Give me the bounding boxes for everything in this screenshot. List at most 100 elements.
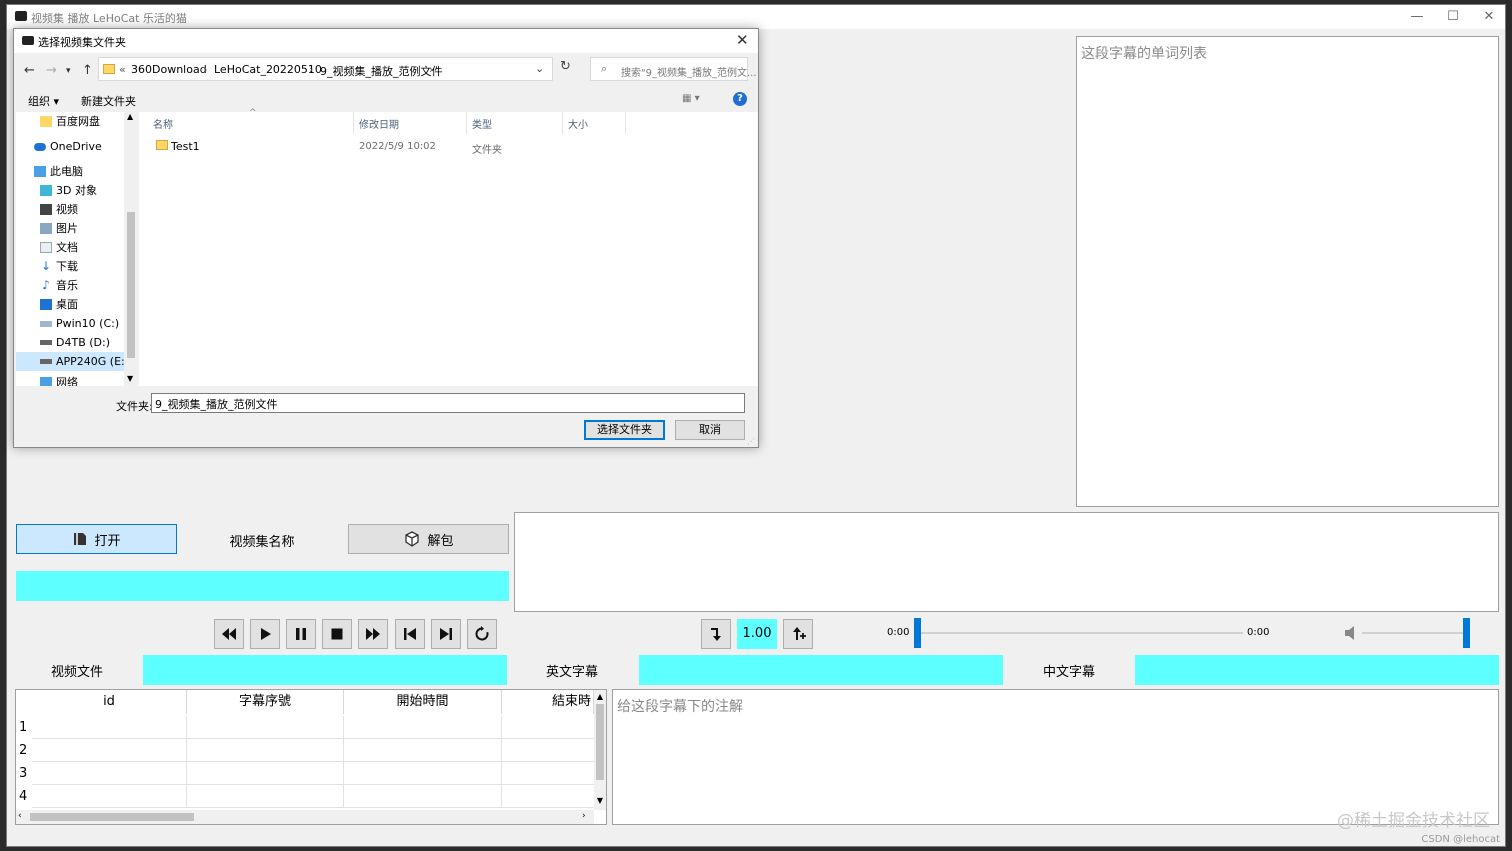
speed-down-button[interactable] [701, 619, 731, 649]
nav-scrollbar[interactable]: ▲ ▼ [124, 112, 138, 386]
annotation-panel[interactable]: 给这段字幕下的注解 [612, 689, 1499, 825]
nav-item-onedrive[interactable]: OneDrive [16, 137, 126, 156]
column-header-start[interactable]: 開始時間 [344, 690, 502, 714]
english-sub-field[interactable] [639, 655, 1003, 685]
next-button[interactable] [431, 619, 461, 649]
nav-item-baidu[interactable]: 百度网盘 [16, 112, 126, 131]
nav-item-drive-e[interactable]: APP240G (E:) [16, 352, 129, 371]
address-dropdown-icon[interactable]: ⌄ [535, 62, 544, 75]
column-header-index[interactable]: 字幕序號 [187, 690, 344, 714]
breadcrumb-lehocat[interactable]: LeHoCat_20220510 [214, 63, 322, 76]
breadcrumb-separator[interactable]: › [309, 63, 313, 76]
new-folder-button[interactable]: 新建文件夹 [81, 93, 136, 109]
maximize-button[interactable]: ☐ [1435, 5, 1471, 29]
stop-button[interactable] [322, 619, 352, 649]
volume-track[interactable] [1362, 632, 1466, 634]
folder-input[interactable]: 9_视频集_播放_范例文件 [151, 393, 745, 413]
scroll-down-icon[interactable]: ▼ [127, 374, 133, 383]
close-button[interactable]: ✕ [1471, 5, 1505, 29]
address-bar[interactable]: « 360Download › LeHoCat_20220510 › 9_视频集… [98, 57, 553, 81]
scroll-down-icon[interactable]: ▼ [594, 796, 606, 805]
column-size[interactable]: 大小 [568, 116, 588, 131]
organize-menu[interactable]: 组织 ▾ [28, 93, 59, 109]
table-row[interactable] [32, 785, 594, 808]
nav-item-drive-c[interactable]: Pwin10 (C:) [16, 314, 126, 333]
nav-item-desktop[interactable]: 桌面 [16, 295, 126, 314]
nav-item-documents[interactable]: 文档 [16, 238, 126, 257]
pause-button[interactable] [286, 619, 316, 649]
breadcrumb-overflow[interactable]: « [119, 63, 126, 76]
breadcrumb-current[interactable]: 9_视频集_播放_范例文件 [320, 63, 443, 79]
play-button[interactable] [250, 619, 280, 649]
nav-item-network[interactable]: 网络 [16, 373, 126, 386]
scroll-up-icon[interactable]: ▲ [127, 112, 133, 121]
rewind-button[interactable] [214, 619, 244, 649]
scroll-right-icon[interactable]: › [582, 811, 586, 821]
nav-item-drive-d[interactable]: D4TB (D:) [16, 333, 126, 352]
scroll-left-icon[interactable]: ‹ [18, 811, 22, 821]
navigation-pane[interactable]: 百度网盘 OneDrive 此电脑 3D 对象 视频 图片 文档 ↓ 下载 ♪ 音乐… [16, 112, 138, 386]
vertical-scrollbar[interactable]: ▲ ▼ [594, 690, 606, 810]
nav-item-3d[interactable]: 3D 对象 [16, 181, 126, 200]
dialog-close-icon[interactable]: ✕ [736, 31, 749, 49]
word-list-panel[interactable]: 这段字幕的单词列表 [1076, 36, 1499, 507]
column-header-end[interactable]: 結束時 [502, 690, 594, 714]
nav-label: Pwin10 (C:) [56, 317, 120, 330]
speed-up-button[interactable] [783, 619, 813, 649]
search-input[interactable]: ⌕ 搜索"9_视频集_播放_范例文... [590, 57, 757, 81]
collection-name-field[interactable] [16, 571, 509, 601]
help-icon[interactable]: ? [733, 92, 747, 106]
up-arrow-icon[interactable]: ↑ [82, 63, 93, 78]
cancel-button[interactable]: 取消 [675, 420, 745, 440]
refresh-icon[interactable]: ↻ [560, 59, 571, 74]
nav-item-videos[interactable]: 视频 [16, 200, 126, 219]
breadcrumb-360download[interactable]: 360Download [131, 63, 207, 76]
scroll-up-icon[interactable]: ▲ [594, 692, 606, 701]
video-file-field[interactable] [143, 655, 507, 685]
back-arrow-icon[interactable]: ← [24, 63, 35, 78]
open-button[interactable]: 打开 [16, 524, 177, 554]
progress-track[interactable] [921, 632, 1243, 634]
row-header[interactable]: 3 [16, 762, 32, 785]
file-list[interactable]: ^ 名称 修改日期 类型 大小 Test1 2022/5/9 10:02 文件夹 [139, 108, 758, 386]
column-date[interactable]: 修改日期 [359, 116, 399, 131]
chinese-sub-field[interactable] [1135, 655, 1499, 685]
vertical-scroll-thumb[interactable] [596, 704, 604, 780]
subtitle-text-panel[interactable] [514, 512, 1499, 612]
row-header[interactable]: 4 [16, 785, 32, 808]
subtitle-table[interactable]: id 字幕序號 開始時間 結束時 1 2 3 4 ▲ ▼ ‹ › [15, 689, 607, 825]
column-name[interactable]: 名称 [153, 116, 173, 131]
resize-grip-icon[interactable]: ⋰ [747, 437, 755, 446]
table-row[interactable] [32, 716, 594, 739]
forward-arrow-icon[interactable]: → [46, 63, 57, 78]
repeat-button[interactable] [467, 619, 497, 649]
select-folder-button[interactable]: 选择文件夹 [584, 420, 665, 440]
horizontal-scrollbar[interactable]: ‹ › [16, 810, 594, 824]
view-options-icon[interactable]: ▦ ▾ [682, 93, 700, 104]
breadcrumb-separator[interactable]: › [429, 63, 433, 76]
nav-label: 此电脑 [50, 165, 83, 178]
column-type[interactable]: 类型 [472, 116, 492, 131]
volume-thumb[interactable] [1463, 618, 1470, 648]
list-item[interactable]: Test1 2022/5/9 10:02 文件夹 [139, 136, 625, 156]
nav-item-music[interactable]: ♪ 音乐 [16, 276, 126, 295]
table-row[interactable] [32, 739, 594, 762]
table-row[interactable] [32, 762, 594, 785]
nav-item-this-pc[interactable]: 此电脑 [16, 162, 126, 181]
nav-label: 图片 [56, 222, 78, 235]
nav-item-downloads[interactable]: ↓ 下载 [16, 257, 126, 276]
row-header[interactable]: 2 [16, 739, 32, 762]
horizontal-scroll-thumb[interactable] [30, 813, 194, 821]
breadcrumb-separator[interactable]: › [203, 63, 207, 76]
nav-scroll-thumb[interactable] [127, 212, 135, 358]
minimize-button[interactable]: — [1399, 5, 1435, 29]
fast-forward-button[interactable] [358, 619, 388, 649]
volume-icon[interactable] [1343, 623, 1359, 643]
progress-thumb[interactable] [914, 618, 921, 648]
row-header[interactable]: 1 [16, 716, 32, 739]
nav-item-pictures[interactable]: 图片 [16, 219, 126, 238]
recent-dropdown-icon[interactable]: ▾ [66, 66, 71, 76]
column-header-id[interactable]: id [32, 690, 187, 714]
unpack-button[interactable]: 解包 [348, 524, 509, 554]
previous-button[interactable] [395, 619, 425, 649]
